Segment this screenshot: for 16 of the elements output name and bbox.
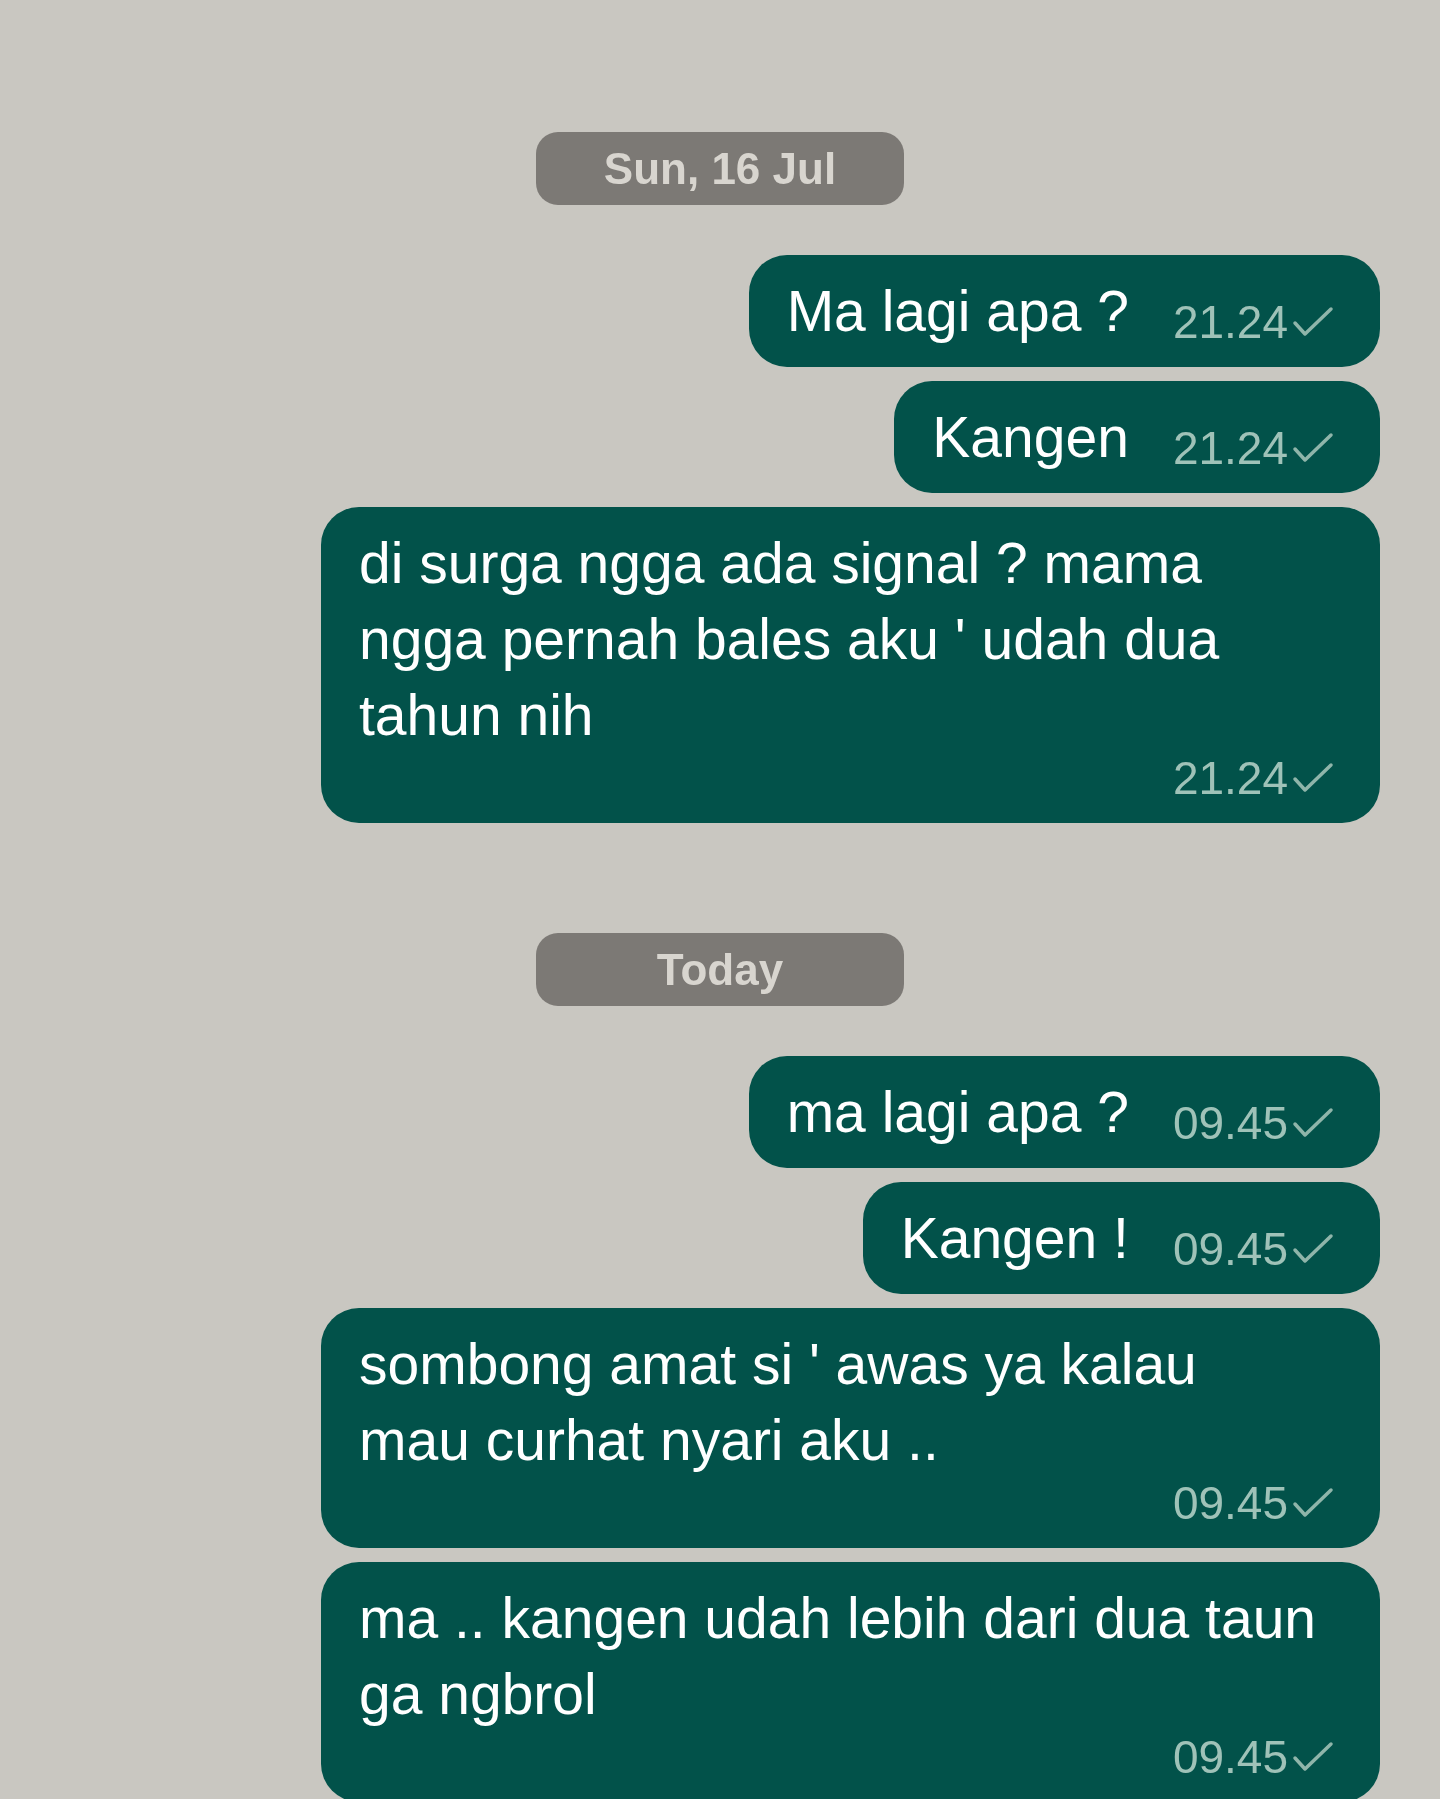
- message-time: 21.24: [1172, 753, 1288, 803]
- message-time: 09.45: [1172, 1732, 1288, 1782]
- message-text: ma lagi apa ?: [786, 1079, 1129, 1146]
- message-text: Kangen: [932, 404, 1129, 471]
- message-text: ma .. kangen udah lebih dari dua taun ga ngbrol: [359, 1585, 1318, 1728]
- message-time: 21.24: [1172, 297, 1288, 347]
- message-time: 09.45: [1172, 1098, 1288, 1148]
- date-separator: Today: [536, 933, 904, 1006]
- message-time: 09.45: [1172, 1478, 1288, 1528]
- message-text: Kangen !: [900, 1205, 1129, 1272]
- date-separator: Sun, 16 Jul: [536, 132, 904, 205]
- message-time: 09.45: [1172, 1224, 1288, 1274]
- message-text: sombong amat si ' awas ya kalau mau curhat nyari aku ..: [359, 1331, 1198, 1474]
- message-time: 21.24: [1172, 423, 1288, 473]
- message-text: Ma lagi apa ?: [786, 278, 1129, 345]
- message-text: di surga ngga ada signal ? mama ngga pernah bales aku ' udah dua tahun nih: [359, 530, 1221, 749]
